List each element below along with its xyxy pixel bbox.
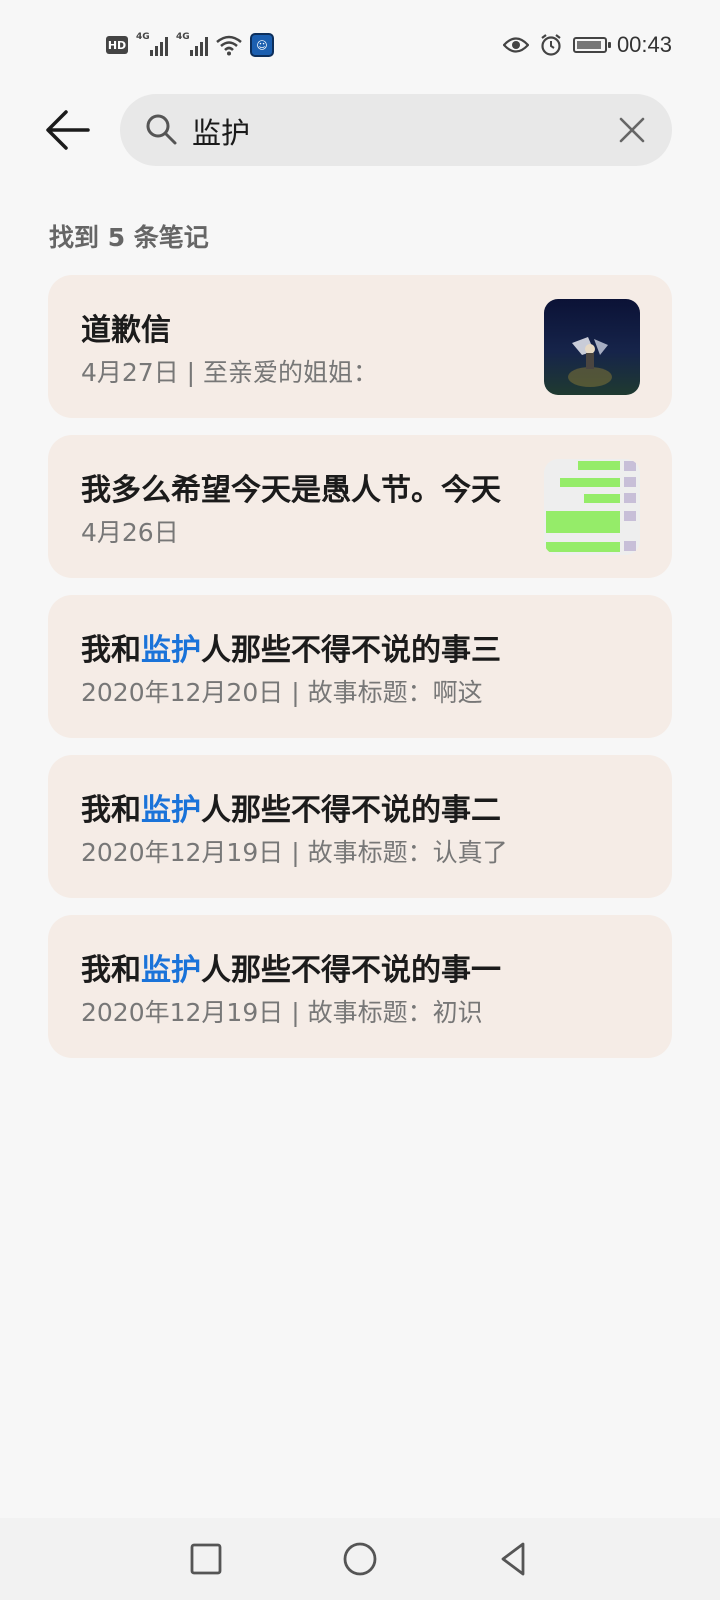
search-highlight: 监护: [141, 793, 201, 828]
note-card[interactable]: 我和监护人那些不得不说的事三 2020年12月20日 | 故事标题：啊这: [48, 595, 672, 738]
system-nav-bar: [0, 1518, 720, 1600]
note-card[interactable]: 我多么希望今天是愚人节。今天 4月26日: [48, 435, 672, 578]
search-highlight: 监护: [141, 633, 201, 668]
close-icon[interactable]: [616, 114, 648, 146]
note-subtitle: 4月27日 | 至亲爱的姐姐：: [81, 358, 379, 387]
search-icon: [146, 114, 177, 145]
note-subtitle: 4月26日: [81, 518, 179, 547]
result-count: 找到 5 条笔记: [49, 223, 209, 252]
search-highlight: 监护: [141, 953, 201, 988]
note-card[interactable]: 道歉信 4月27日 | 至亲爱的姐姐：: [48, 275, 672, 418]
home-circle-icon[interactable]: [339, 1538, 381, 1580]
note-card[interactable]: 我和监护人那些不得不说的事一 2020年12月19日 | 故事标题：初识: [48, 915, 672, 1058]
signal-4g-icon: 4G: [176, 32, 208, 56]
note-card[interactable]: 我和监护人那些不得不说的事二 2020年12月19日 | 故事标题：认真了: [48, 755, 672, 898]
eye-icon: [502, 37, 529, 53]
note-subtitle: 2020年12月20日 | 故事标题：啊这: [81, 678, 483, 707]
status-left-icons: HD 4G 4G ☺: [106, 32, 274, 58]
note-title: 我和监护人那些不得不说的事二: [81, 793, 501, 828]
battery-icon: [572, 37, 611, 53]
status-bar: HD 4G 4G ☺ 00:43: [0, 0, 720, 92]
note-title: 道歉信: [81, 313, 171, 348]
note-title: 我多么希望今天是愚人节。今天: [81, 473, 501, 508]
search-input[interactable]: [190, 106, 594, 156]
status-time: 00:43: [616, 32, 672, 57]
back-arrow-icon[interactable]: [44, 106, 92, 154]
alarm-icon: [541, 34, 561, 56]
back-triangle-icon[interactable]: [493, 1538, 535, 1580]
search-box[interactable]: [120, 94, 672, 166]
note-subtitle: 2020年12月19日 | 故事标题：初识: [81, 998, 483, 1027]
note-title: 我和监护人那些不得不说的事三: [81, 633, 501, 668]
recents-square-icon[interactable]: [185, 1538, 227, 1580]
status-right-icons: 00:43: [502, 30, 672, 60]
signal-4g-icon: 4G: [136, 32, 168, 56]
note-title: 我和监护人那些不得不说的事一: [81, 953, 501, 988]
note-thumbnail: [544, 299, 640, 395]
note-subtitle: 2020年12月19日 | 故事标题：认真了: [81, 838, 508, 867]
hd-icon: HD: [106, 36, 128, 54]
app-notification-icon: ☺: [250, 33, 274, 57]
note-thumbnail: [544, 459, 640, 555]
wifi-icon: [216, 35, 242, 56]
